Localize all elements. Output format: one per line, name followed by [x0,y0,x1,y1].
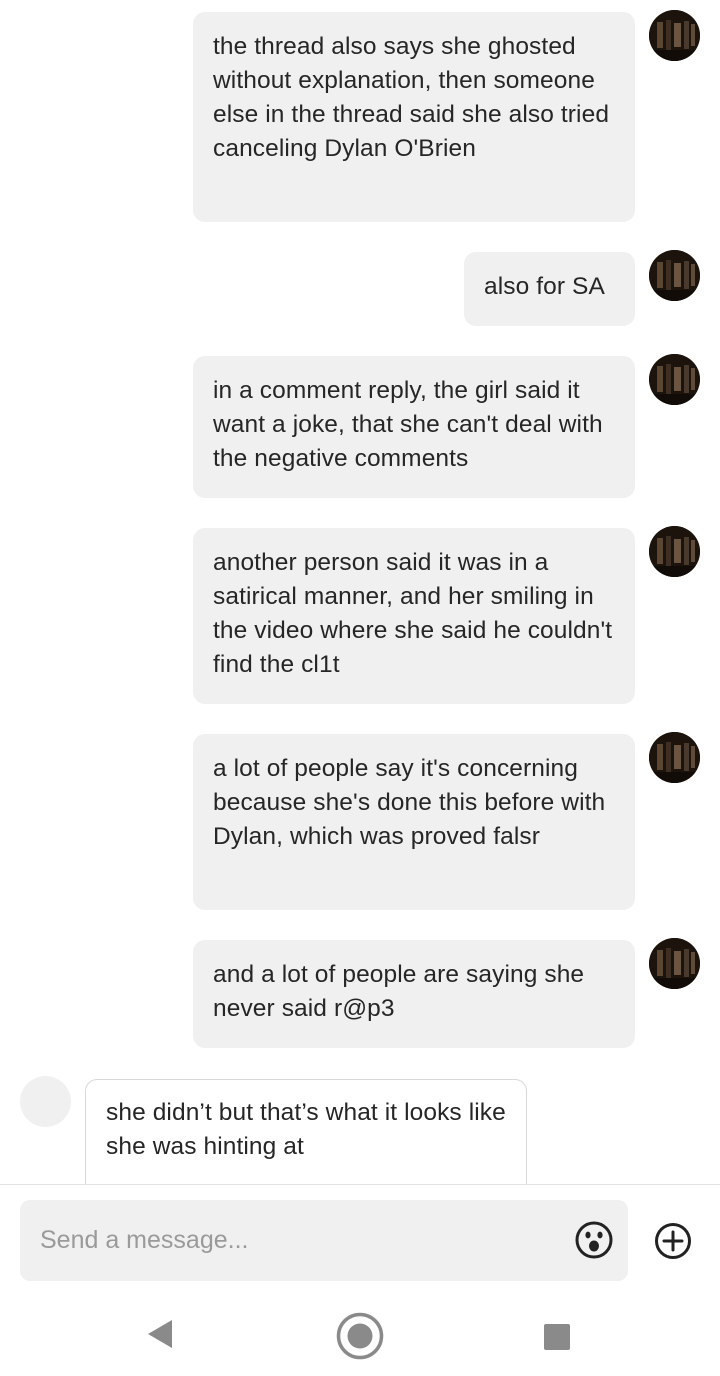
chat-screen: the thread also says she ghosted without… [0,0,720,1376]
message-text: and a lot of people are saying she never… [213,961,585,1022]
plus-circle-icon [655,1223,691,1259]
message-text: the thread also says she ghosted without… [213,33,610,162]
avatar-photo-icon [649,526,700,577]
message-text: a lot of people say it's concerning beca… [213,755,606,850]
sender-avatar[interactable] [649,354,700,405]
message-text: she didn’t but that’s what it looks like… [106,1099,506,1160]
system-navigation-bar [0,1290,720,1376]
sent-message-bubble[interactable]: another person said it was in a satirica… [193,528,635,704]
avatar-photo-icon [649,250,700,301]
message-input[interactable] [40,1200,560,1281]
nav-home-button[interactable] [336,1312,384,1360]
received-message-bubble[interactable]: she didn’t but that’s what it looks like… [85,1079,527,1184]
sent-message-bubble[interactable]: a lot of people say it's concerning beca… [193,734,635,910]
avatar-photo-icon [649,354,700,405]
sender-avatar[interactable] [649,250,700,301]
sender-avatar[interactable] [649,938,700,989]
back-triangle-icon [148,1320,172,1348]
avatar-photo-icon [649,938,700,989]
sent-message-bubble[interactable]: and a lot of people are saying she never… [193,940,635,1048]
message-list[interactable]: the thread also says she ghosted without… [0,0,720,1184]
sender-avatar[interactable] [649,732,700,783]
recipient-avatar[interactable] [20,1076,71,1127]
sent-message-bubble[interactable]: the thread also says she ghosted without… [193,12,635,222]
emoji-face-icon [575,1221,613,1259]
avatar-photo-icon [649,732,700,783]
nav-recents-button[interactable] [543,1323,571,1351]
home-circle-icon [336,1312,384,1360]
recents-square-icon [544,1324,570,1350]
message-text: in a comment reply, the girl said it wan… [213,377,603,472]
sent-message-bubble[interactable]: in a comment reply, the girl said it wan… [193,356,635,498]
sender-avatar[interactable] [649,526,700,577]
message-composer [20,1200,628,1281]
sent-message-bubble[interactable]: also for SA [464,252,635,326]
avatar-photo-icon [649,10,700,61]
sender-avatar[interactable] [649,10,700,61]
composer-divider [0,1184,720,1185]
nav-back-button[interactable] [144,1318,176,1350]
emoji-button[interactable] [574,1220,614,1260]
add-attachment-button[interactable] [654,1222,692,1260]
message-text: another person said it was in a satirica… [213,549,613,678]
message-text: also for SA [484,273,605,300]
